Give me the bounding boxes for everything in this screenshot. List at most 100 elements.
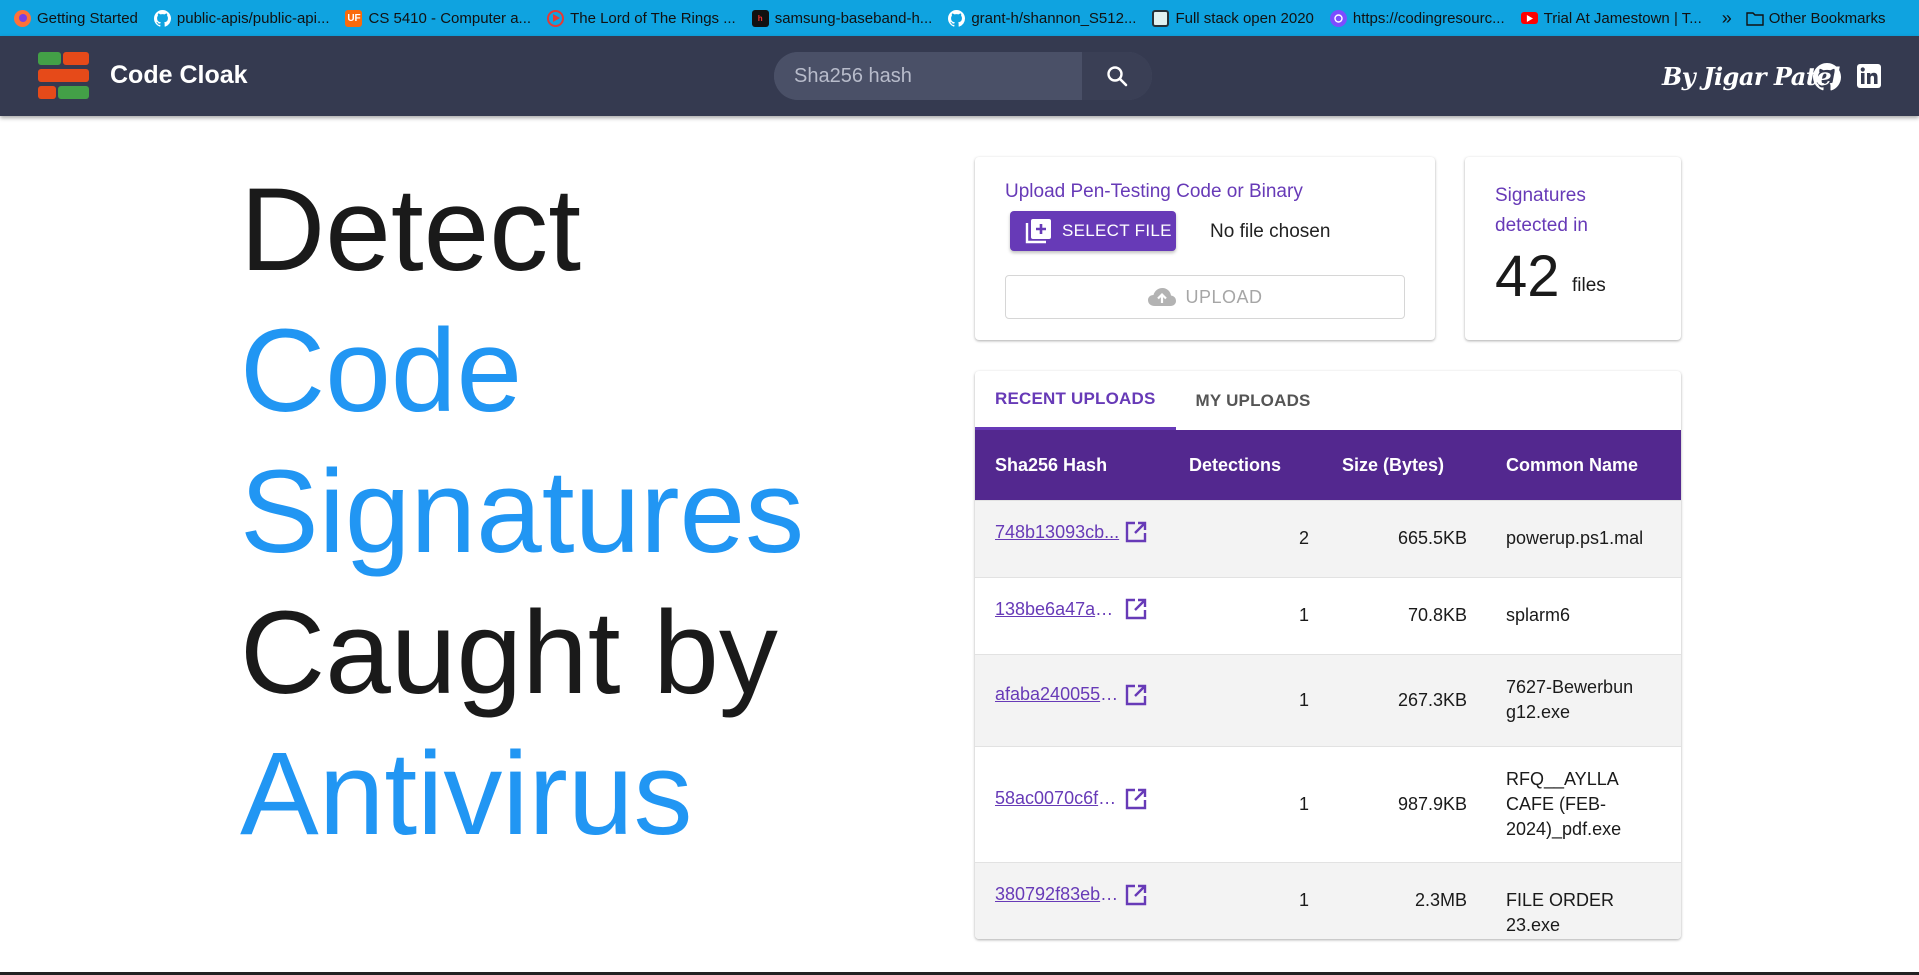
hero-heading: Detect Code Signatures Caught by Antivir… [240,160,804,865]
select-file-button[interactable]: SELECT FILE [1010,211,1176,251]
column-header-detections: Detections [1189,454,1282,475]
hero-line-signatures: Signatures [240,446,805,578]
detections-cell: 1 [1298,794,1309,814]
common-name-cell: splarm6 [1506,605,1571,625]
square-icon [1152,9,1170,27]
bookmark-fullstack[interactable]: Full stack open 2020 [1152,9,1314,27]
bookmark-samsung-baseband[interactable]: h samsung-baseband-h... [751,9,933,27]
size-cell: 267.3KB [1397,690,1467,710]
common-name-cell: powerup.ps1.mal [1506,528,1644,548]
bookmark-label: samsung-baseband-h... [774,9,933,27]
hero-line-code: Code [240,305,523,437]
hash-link[interactable]: 380792f83eb8... [995,884,1120,905]
open-in-new-icon[interactable] [1124,683,1148,712]
hash-link[interactable]: 58ac0070c6fa... [995,788,1120,809]
add-file-icon [1025,219,1051,244]
bookmark-codingresources[interactable]: https://codingresourc... [1329,9,1505,27]
bookmark-shannon[interactable]: grant-h/shannon_S512... [948,9,1137,27]
file-status-text: No file chosen [1210,221,1331,242]
hash-link[interactable]: 138be6a47aa... [995,599,1120,620]
play-icon [547,9,565,27]
bookmark-getting-started[interactable]: Getting Started [14,9,138,27]
folder-icon [1746,11,1764,26]
sha256-search-input[interactable] [774,52,1082,100]
more-bookmarks-chevron-icon[interactable]: » [1722,8,1732,29]
column-header-size: Size (Bytes) [1342,454,1445,475]
bookmark-label: Full stack open 2020 [1175,9,1314,27]
open-in-new-icon[interactable] [1124,787,1148,816]
hero-line-antivirus: Antivirus [240,728,693,860]
upload-label: UPLOAD [1185,286,1263,307]
table-row: 138be6a47aa... 1 70.8KB splarm6 [975,577,1681,654]
common-name-cell: RFQ__AYLLA CAFE (FEB-2024)_pdf.exe [1506,769,1622,839]
signatures-card: Signatures detected in 42 files [1465,157,1681,340]
search-button[interactable] [1082,52,1152,100]
linkedin-link[interactable] [1856,63,1882,94]
size-cell: 665.5KB [1397,528,1467,548]
signatures-unit: files [1572,275,1606,296]
table-row: 380792f83eb8... 1 2.3MB FILE ORDER 23.ex… [975,862,1681,939]
common-name-cell: 7627-Bewerbung12.exe [1506,677,1634,722]
upload-button[interactable]: UPLOAD [1005,275,1405,319]
hero-line-caught-by: Caught by [240,587,778,719]
upload-card: Upload Pen-Testing Code or Binary SELECT… [975,157,1435,340]
open-in-new-icon[interactable] [1124,520,1148,549]
bookmark-lotr[interactable]: The Lord of The Rings ... [547,9,736,27]
signatures-count: 42 [1495,244,1560,309]
bookmark-label: CS 5410 - Computer a... [368,9,532,27]
other-bookmarks-label: Other Bookmarks [1768,9,1886,27]
github-icon [153,9,171,27]
uf-icon: UF [345,9,363,27]
detections-cell: 2 [1298,528,1309,548]
bookmark-label: Trial At Jamestown | T... [1543,9,1702,27]
bookmark-public-apis[interactable]: public-apis/public-api... [153,9,330,27]
column-header-hash: Sha256 Hash [995,454,1108,475]
hash-link[interactable]: afaba2400552... [995,684,1120,705]
bookmark-label: public-apis/public-api... [176,9,330,27]
uploads-tabs: RECENT UPLOADS MY UPLOADS [975,371,1681,430]
detections-cell: 1 [1298,605,1309,625]
size-cell: 70.8KB [1407,605,1467,625]
size-cell: 987.9KB [1397,794,1467,814]
linkedin-icon [1857,64,1881,88]
cloud-upload-icon [1148,288,1177,306]
search-icon [1107,66,1128,87]
bookmark-jamestown[interactable]: Trial At Jamestown | T... [1520,9,1702,27]
uploads-card: RECENT UPLOADS MY UPLOADS Sha256 Hash De… [975,371,1681,939]
globe-icon [1329,9,1347,27]
bookmark-label: Getting Started [37,9,138,27]
column-header-common-name: Common Name [1506,454,1639,475]
detections-cell: 1 [1298,690,1309,710]
open-in-new-icon[interactable] [1124,883,1148,912]
common-name-cell: FILE ORDER 23.exe [1506,890,1615,935]
bookmark-label: https://codingresourc... [1352,9,1505,27]
firefox-icon [14,9,31,27]
hackaday-icon: h [751,9,769,27]
table-row: 748b13093cb... 2 665.5KB powerup.ps1.mal [975,500,1681,577]
size-cell: 2.3MB [1414,890,1467,910]
table-header: Sha256 Hash Detections Size (Bytes) Comm… [975,430,1681,500]
open-in-new-icon[interactable] [1124,597,1148,626]
hash-link[interactable]: 748b13093cb... [995,522,1120,543]
table-row: afaba2400552... 1 267.3KB 7627-Bewerbung… [975,654,1681,746]
app-bar: Code Cloak By Jigar Patel [0,36,1919,116]
tab-recent-uploads[interactable]: RECENT UPLOADS [975,371,1176,430]
bookmark-label: grant-h/shannon_S512... [971,9,1137,27]
tab-my-uploads[interactable]: MY UPLOADS [1176,371,1331,430]
table-row: 58ac0070c6fa... 1 987.9KB RFQ__AYLLA CAF… [975,746,1681,862]
bookmarks-bar: Getting Started public-apis/public-api..… [0,0,1919,36]
other-bookmarks-folder[interactable]: Other Bookmarks [1746,9,1886,27]
github-link[interactable] [1813,63,1842,96]
code-cloak-logo-icon[interactable] [38,52,89,100]
search-bar [774,52,1152,100]
bookmark-label: The Lord of The Rings ... [570,9,736,27]
signatures-label: Signatures detected in [1495,185,1588,236]
upload-card-title: Upload Pen-Testing Code or Binary [1005,181,1303,202]
github-icon [1813,63,1842,91]
select-file-label: SELECT FILE [1062,221,1172,240]
youtube-icon [1520,12,1538,24]
bookmark-cs5410[interactable]: UF CS 5410 - Computer a... [345,9,532,27]
brand-title[interactable]: Code Cloak [110,61,248,90]
hero-line-detect: Detect [240,164,582,296]
detections-cell: 1 [1298,890,1309,910]
